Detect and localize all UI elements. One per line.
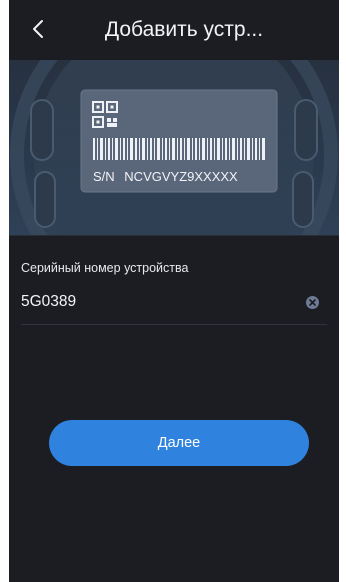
section-divider (9, 235, 339, 236)
serial-label: S/N NCVGVYZ9XXXXX (93, 169, 238, 184)
back-button[interactable] (23, 14, 53, 44)
clear-icon (309, 299, 316, 306)
next-button[interactable]: Далее (49, 420, 309, 466)
chevron-left-icon (33, 20, 43, 38)
header: Добавить устр... (9, 0, 339, 60)
device-illustration: S/N NCVGVYZ9XXXXX (9, 60, 339, 235)
serial-field-label: Серийный номер устройства (21, 261, 189, 275)
page-title: Добавить устр... (104, 18, 264, 41)
serial-number-input[interactable] (21, 292, 281, 312)
screen: Добавить устр... S/N NCVGVYZ9XXXXX Серий… (9, 0, 339, 582)
clear-button[interactable] (306, 296, 319, 309)
device-graphic: S/N NCVGVYZ9XXXXX (10, 60, 338, 235)
serial-number-field (21, 280, 327, 325)
